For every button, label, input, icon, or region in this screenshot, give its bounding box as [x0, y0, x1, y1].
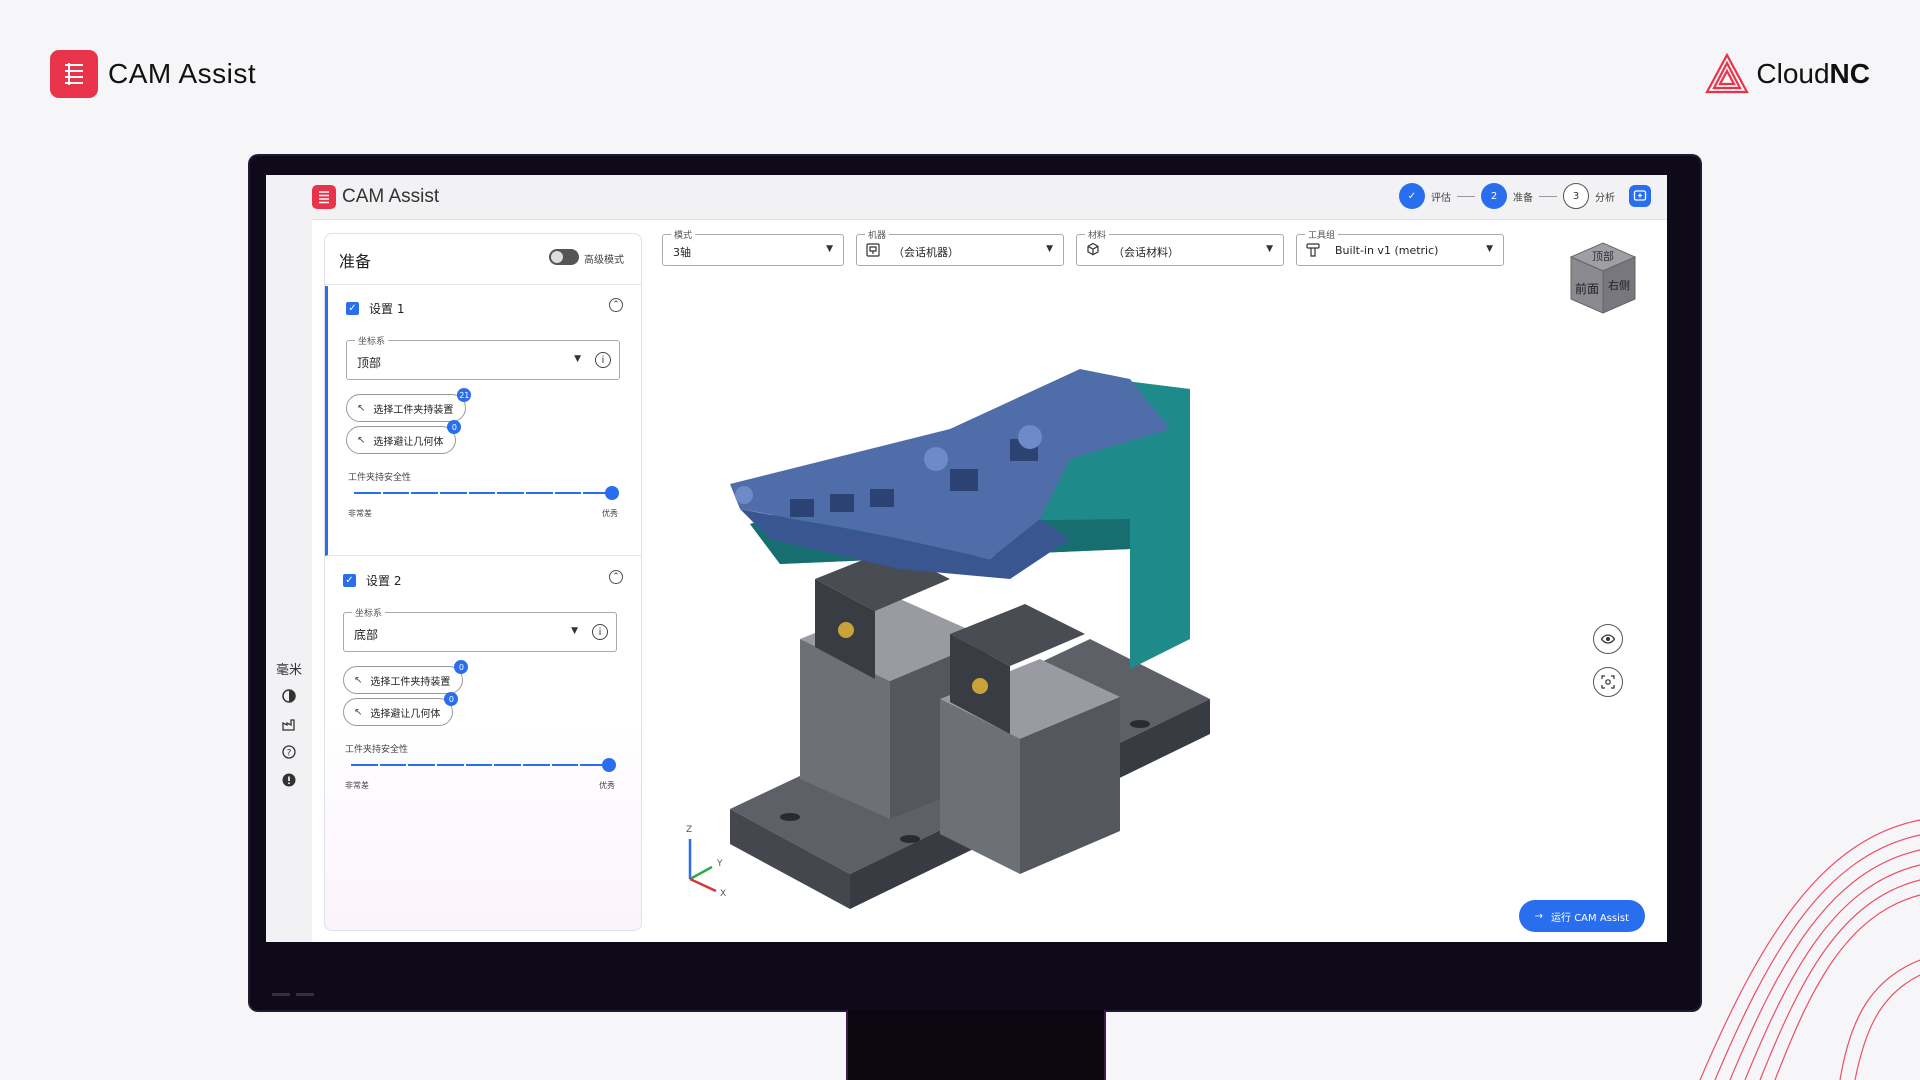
- cloudnc-logo: CloudNC: [1704, 52, 1870, 96]
- arrow-right-icon: →: [1534, 910, 1544, 922]
- run-button-label: 运行 CAM Assist: [1551, 912, 1629, 924]
- step-evaluate-label: 评估: [1431, 192, 1451, 204]
- feedback-icon[interactable]: [1629, 185, 1651, 207]
- advanced-mode-toggle[interactable]: [549, 249, 579, 265]
- step-separator: [1457, 195, 1475, 197]
- panel-header: 准备 高级模式: [325, 234, 641, 285]
- coordinate-label: 坐标系: [355, 334, 389, 347]
- alert-icon[interactable]: [276, 769, 302, 791]
- setup-1-avoid-geometry-button[interactable]: ↖ 选择避让几何体 0: [346, 420, 462, 454]
- monitor-frame: CAM Assist ✓ 评估 2 准备 3 分析 毫米 ? 准备 高级模式 ✓…: [250, 156, 1700, 1010]
- slider-ticks: [352, 492, 612, 494]
- monitor-stand: [846, 1010, 1106, 1080]
- workholding-count-badge: 0: [454, 660, 469, 674]
- app-screen: CAM Assist ✓ 评估 2 准备 3 分析 毫米 ? 准备 高级模式 ✓…: [266, 175, 1667, 942]
- coordinate-value: 底部: [354, 628, 379, 642]
- axis-z-label: Z: [686, 825, 693, 835]
- orientation-cube[interactable]: 顶部 前面 右侧: [1563, 237, 1643, 321]
- step-analyze-marker[interactable]: 3: [1563, 183, 1589, 209]
- brand-header: CAM Assist: [50, 50, 256, 98]
- cad-model-render: [688, 369, 1210, 909]
- theme-icon[interactable]: [276, 685, 302, 707]
- pointer-icon: ↖: [357, 402, 366, 414]
- step-separator: [1539, 195, 1557, 197]
- collapse-chevron-icon[interactable]: ⌃: [609, 570, 623, 584]
- advanced-mode-label: 高级模式: [584, 255, 624, 266]
- safety-min-label: 非常差: [345, 781, 369, 790]
- safety-min-label: 非常差: [348, 509, 372, 518]
- slider-ticks: [349, 764, 609, 766]
- panel-title: 准备: [339, 252, 372, 271]
- visibility-eye-icon[interactable]: [1593, 624, 1623, 654]
- left-rail: 毫米 ?: [266, 219, 312, 942]
- axis-x-label: X: [720, 889, 727, 899]
- brand-title: CAM Assist: [108, 58, 257, 89]
- step-analyze-label: 分析: [1595, 192, 1615, 204]
- avoid-count-badge: 0: [444, 692, 459, 706]
- pointer-icon: ↖: [354, 674, 363, 686]
- step-prepare-label: 准备: [1513, 192, 1533, 204]
- info-icon[interactable]: i: [595, 352, 611, 368]
- setup-1-coordinate-select[interactable]: 坐标系 顶部 ▼ i: [346, 334, 620, 380]
- caret-down-icon: ▼: [571, 626, 578, 636]
- run-cam-assist-button[interactable]: → 运行 CAM Assist: [1518, 900, 1645, 932]
- setup-2-workholding-button[interactable]: ↖ 选择工件夹持装置 0: [343, 660, 469, 694]
- app-title: CAM Assist: [342, 186, 440, 207]
- coordinate-label: 坐标系: [352, 606, 386, 619]
- help-icon[interactable]: ?: [276, 741, 302, 763]
- app-logo-icon: [312, 185, 336, 209]
- setup-2-name: 设置 2: [366, 574, 402, 588]
- setup-1-checkbox[interactable]: ✓: [346, 302, 359, 315]
- safety-max-label: 优秀: [602, 509, 618, 518]
- safety-slider-thumb[interactable]: [602, 758, 616, 772]
- collapse-chevron-icon[interactable]: ⌃: [609, 298, 623, 312]
- avoid-count-badge: 0: [447, 420, 462, 434]
- cube-top-face[interactable]: 顶部: [1592, 249, 1614, 263]
- svg-text:?: ?: [287, 749, 292, 759]
- factory-icon[interactable]: [276, 713, 302, 735]
- prepare-panel: 准备 高级模式 ✓ 设置 1 ⌃ 坐标系 顶部 ▼ i ↖ 选择工件夹持装置 2…: [324, 233, 642, 931]
- 3d-viewport[interactable]: Z Y X 顶部 前面 右侧 → 运行 CAM Assist: [650, 219, 1667, 942]
- workholding-label: 选择工件夹持装置: [370, 676, 451, 688]
- safety-label: 工件夹持安全性: [345, 745, 409, 755]
- workholding-label: 选择工件夹持装置: [373, 404, 454, 416]
- unit-toggle[interactable]: 毫米: [276, 657, 302, 679]
- cam-assist-logo-icon: [50, 50, 98, 98]
- cube-front-face[interactable]: 前面: [1575, 281, 1599, 296]
- cloudnc-mark-icon: [1705, 52, 1750, 94]
- safety-slider-thumb[interactable]: [605, 486, 619, 500]
- step-prepare-marker[interactable]: 2: [1481, 183, 1507, 209]
- setup-2-checkbox[interactable]: ✓: [343, 574, 356, 587]
- coordinate-value: 顶部: [357, 356, 382, 370]
- setup-1-header: ✓ 设置 1: [346, 300, 404, 317]
- fit-view-icon[interactable]: [1593, 667, 1623, 697]
- setup-2-avoid-geometry-button[interactable]: ↖ 选择避让几何体 0: [343, 692, 459, 726]
- setup-2-header: ✓ 设置 2: [343, 572, 401, 589]
- avoid-geometry-label: 选择避让几何体: [373, 436, 444, 448]
- pointer-icon: ↖: [357, 434, 366, 446]
- setup-2-section: ✓ 设置 2 ⌃ 坐标系 底部 ▼ i ↖ 选择工件夹持装置 0 ↖ 选择避让几…: [325, 558, 641, 838]
- cloudnc-wordmark: CloudNC: [1756, 58, 1870, 89]
- setup-2-coordinate-select[interactable]: 坐标系 底部 ▼ i: [343, 606, 617, 652]
- setup-1-name: 设置 1: [369, 302, 405, 316]
- workholding-count-badge: 21: [457, 388, 472, 402]
- caret-down-icon: ▼: [574, 354, 581, 364]
- avoid-geometry-label: 选择避让几何体: [370, 708, 441, 720]
- app-header: CAM Assist ✓ 评估 2 准备 3 分析: [266, 175, 1667, 220]
- axis-y-label: Y: [717, 859, 723, 869]
- setup-1-section: ✓ 设置 1 ⌃ 坐标系 顶部 ▼ i ↖ 选择工件夹持装置 21 ↖ 选择避让…: [325, 286, 641, 556]
- workflow-steps: ✓ 评估 2 准备 3 分析: [1399, 183, 1651, 209]
- setup-1-workholding-button[interactable]: ↖ 选择工件夹持装置 21: [346, 388, 472, 422]
- safety-label: 工件夹持安全性: [348, 473, 412, 483]
- info-icon[interactable]: i: [592, 624, 608, 640]
- step-evaluate-marker[interactable]: ✓: [1399, 183, 1425, 209]
- pointer-icon: ↖: [354, 706, 363, 718]
- monitor-indicator: [272, 993, 314, 996]
- cube-right-face[interactable]: 右侧: [1608, 278, 1630, 292]
- safety-max-label: 优秀: [599, 781, 615, 790]
